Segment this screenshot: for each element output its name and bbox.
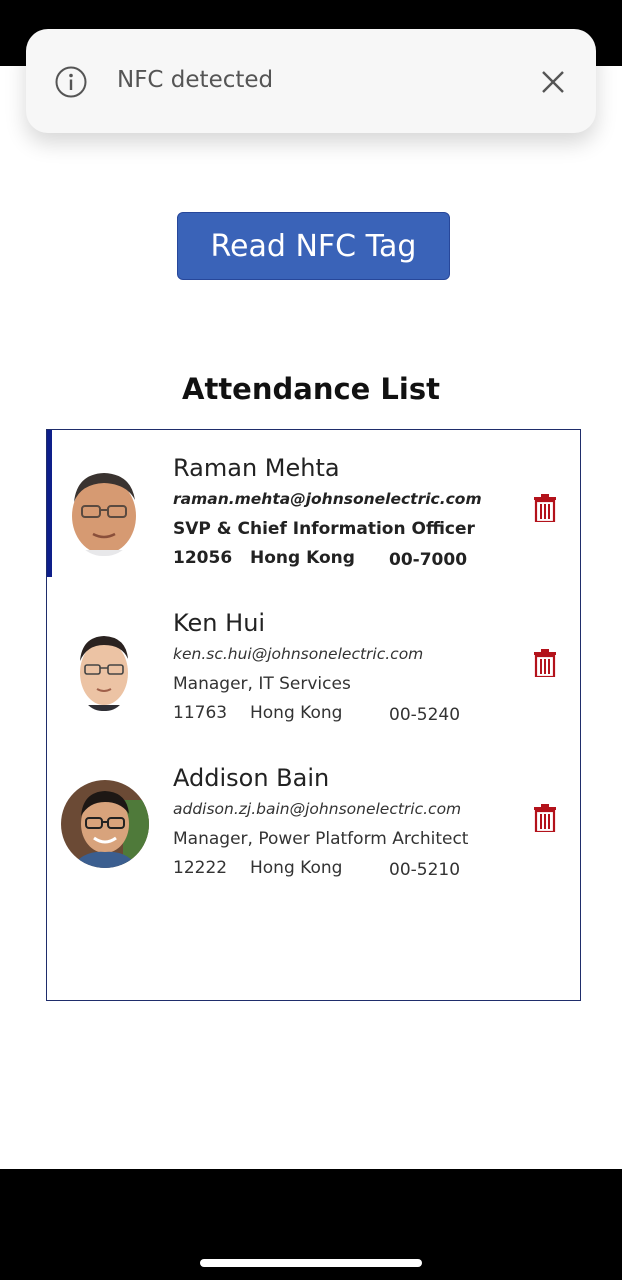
attendance-row[interactable]: Addison Bain addison.zj.bain@johnsonelec… [47,740,580,895]
person-extension: 00-5240 [389,705,461,725]
toast-message: NFC detected [117,67,274,93]
trash-icon[interactable] [534,494,556,522]
avatar [77,633,131,711]
attendance-row[interactable]: Ken Hui ken.sc.hui@johnsonelectric.com M… [47,585,580,740]
person-employee-number: 12056 [173,548,233,568]
person-email: addison.zj.bain@johnsonelectric.com [173,800,462,818]
person-location: Hong Kong [250,858,343,878]
person-job-title: Manager, IT Services [173,674,351,694]
info-circle-icon [55,66,87,98]
attendance-gallery[interactable]: Raman Mehta raman.mehta@johnsonelectric.… [46,429,581,1001]
trash-icon[interactable] [534,649,556,677]
person-employee-number: 11763 [173,703,228,723]
toast-notification: NFC detected [26,29,596,133]
person-location: Hong Kong [250,703,343,723]
person-name: Ken Hui [173,609,266,637]
attendance-row[interactable]: Raman Mehta raman.mehta@johnsonelectric.… [47,430,580,585]
attendance-list-title: Attendance List [182,372,440,406]
person-email: raman.mehta@johnsonelectric.com [173,490,482,508]
trash-icon[interactable] [534,804,556,832]
person-job-title: Manager, Power Platform Architect [173,829,469,849]
person-location: Hong Kong [250,548,355,568]
person-name: Addison Bain [173,764,330,792]
person-job-title: SVP & Chief Information Officer [173,519,475,539]
home-indicator[interactable] [200,1259,422,1267]
person-employee-number: 12222 [173,858,228,878]
person-extension: 00-5210 [389,860,461,880]
read-nfc-tag-button[interactable]: Read NFC Tag [177,212,450,280]
person-extension: 00-7000 [389,550,468,570]
avatar [61,780,149,868]
person-email: ken.sc.hui@johnsonelectric.com [173,645,424,663]
avatar [69,470,139,556]
close-icon[interactable] [540,69,566,95]
person-name: Raman Mehta [173,454,340,482]
